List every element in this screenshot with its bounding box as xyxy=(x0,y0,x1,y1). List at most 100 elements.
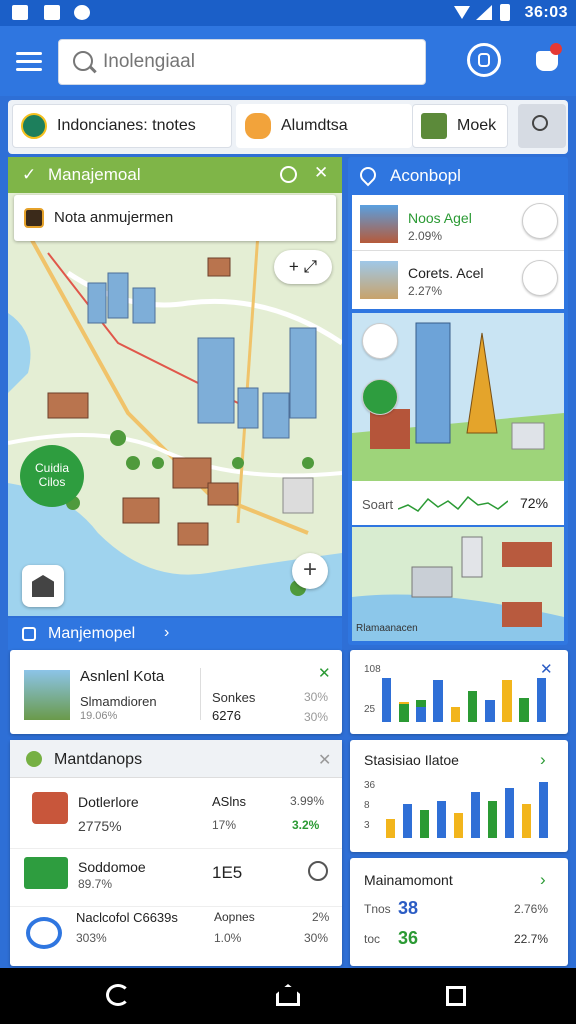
summary-row-label: toc xyxy=(364,932,381,946)
map-footer-title: Manjemopel xyxy=(48,625,136,642)
dot-icon xyxy=(26,751,42,767)
tab-alumdtsa[interactable]: Alumdtsa xyxy=(236,104,412,148)
zoom-controls[interactable]: + ⤢ xyxy=(274,250,332,284)
list-panel-header: Mantdanops ✕ xyxy=(10,740,342,778)
notifications-button[interactable] xyxy=(530,43,564,77)
map-marker-button[interactable] xyxy=(522,203,558,239)
row-col1b: 17% xyxy=(212,818,237,832)
bus-icon xyxy=(32,792,68,824)
chart-bar xyxy=(536,678,547,722)
kota-card[interactable]: Asnlenl Kota Slmamdioren 19.06% Sonkes 6… xyxy=(10,650,342,734)
mini-bar-chart xyxy=(378,678,550,722)
list-item[interactable]: Dotlerlore 2775% ASlns 17% 3.99% 3.2% xyxy=(10,780,342,846)
city-map[interactable]: Nota anmujermen + ⤢ Cuidia Cilos + xyxy=(8,193,342,616)
divider xyxy=(200,668,201,720)
chart-bar xyxy=(436,800,447,838)
kota-column-title: Sonkes xyxy=(212,690,256,705)
right-panel-title: Aconbopl xyxy=(390,166,461,185)
map-search-card[interactable]: Nota anmujermen xyxy=(14,195,336,241)
emblem-icon xyxy=(21,113,47,139)
stats-title: Stasisiao Ilatoe xyxy=(364,752,459,768)
mini-chart-card: 108 25 ✕ xyxy=(350,650,568,734)
search-input[interactable] xyxy=(103,48,403,76)
logo-icon xyxy=(26,917,62,949)
stat-row: Soart 72% xyxy=(352,481,564,525)
tab-notes[interactable]: Indoncianes: tnotes xyxy=(12,104,232,148)
row-col1: Aopnes xyxy=(214,910,255,924)
chart-bar xyxy=(538,782,549,838)
stats-card[interactable]: Stasisiao Ilatoe › 36 8 3 xyxy=(350,740,568,852)
chart-bar xyxy=(521,803,532,838)
kota-pct-2: 30% xyxy=(304,710,329,724)
map-icon[interactable] xyxy=(362,379,398,415)
list-item[interactable]: Naclcofol C6639s 303% Aopnes 1.0% 2% 30% xyxy=(10,906,342,964)
menu-icon[interactable] xyxy=(16,52,42,72)
chart-bar xyxy=(519,697,529,722)
chevron-right-icon: › xyxy=(164,624,170,641)
home-icon[interactable] xyxy=(276,984,300,1006)
chart-bar xyxy=(416,706,426,722)
stats-bar-chart xyxy=(382,776,552,838)
landscape-thumbnail xyxy=(360,261,398,299)
add-button[interactable]: + xyxy=(292,553,328,589)
layers-button[interactable] xyxy=(22,565,64,607)
item-title: Corets. Acel xyxy=(408,265,484,281)
map-search-label: Nota anmujermen xyxy=(54,209,174,226)
tab-moek[interactable]: Moek xyxy=(412,104,508,148)
list-item[interactable]: Corets. Acel 2.27% xyxy=(352,252,564,308)
summary-card[interactable]: Mainamomont › Tnos 38 2.76% toc 36 22.7% xyxy=(350,858,568,966)
filter-search-button[interactable] xyxy=(518,104,566,148)
search-bar[interactable] xyxy=(58,39,426,85)
row-sub: 2775% xyxy=(78,818,122,834)
map-panel-title: Manajemoal xyxy=(48,165,141,184)
district-badge[interactable]: Cuidia Cilos xyxy=(20,445,84,507)
camera-icon xyxy=(478,53,490,67)
stat-value: 72% xyxy=(520,495,549,511)
tick-label: 25 xyxy=(364,704,376,715)
list-item[interactable]: Soddomoe 89.7% 1E5 xyxy=(10,848,342,904)
signal-icon xyxy=(476,5,492,20)
camera-button[interactable] xyxy=(467,43,501,77)
chevron-right-icon[interactable]: › xyxy=(540,750,546,770)
back-icon[interactable] xyxy=(106,984,130,1006)
list-panel: Mantdanops ✕ Dotlerlore 2775% ASlns 17% … xyxy=(10,740,342,966)
sparkline xyxy=(398,495,508,512)
right-panel-header: Aconbopl xyxy=(348,157,568,193)
close-icon[interactable]: ✕ xyxy=(314,163,328,183)
chart-bar xyxy=(419,810,430,838)
map-panel-footer[interactable]: Manjemopel › xyxy=(8,618,342,650)
square-icon xyxy=(22,627,36,641)
search-icon xyxy=(532,115,548,131)
close-icon[interactable]: ✕ xyxy=(318,750,331,770)
chart-bar xyxy=(467,691,478,722)
building-icon xyxy=(421,113,447,139)
landmark-thumbnail xyxy=(360,205,398,243)
row-col1: 1E5 xyxy=(212,863,243,882)
close-icon[interactable]: ✕ xyxy=(318,664,331,682)
close-icon[interactable]: ✕ xyxy=(540,660,553,678)
kota-title: Asnlenl Kota xyxy=(80,668,165,685)
tick-label: 3 xyxy=(364,820,370,831)
chart-bar xyxy=(453,813,464,838)
recents-icon[interactable] xyxy=(446,986,466,1006)
kota-percent: 19.06% xyxy=(80,710,118,722)
chart-bar xyxy=(402,803,413,838)
chart-bar xyxy=(502,680,512,722)
chart-bar xyxy=(487,800,498,838)
heart-icon[interactable] xyxy=(308,861,328,881)
vase-icon[interactable] xyxy=(362,323,398,359)
chart-bar xyxy=(450,706,461,722)
chevron-right-icon[interactable]: › xyxy=(540,870,546,890)
map-marker-button[interactable] xyxy=(522,260,558,296)
row-col1: ASlns xyxy=(212,794,246,809)
right-list: Noos Agel 2.09% Corets. Acel 2.27% xyxy=(352,195,564,309)
kota-column-value: 6276 xyxy=(212,708,241,723)
row-sub: 303% xyxy=(76,931,107,945)
map-search-icon[interactable] xyxy=(280,166,297,183)
list-item[interactable]: Noos Agel 2.09% xyxy=(352,195,564,251)
summary-row-value: 36 xyxy=(398,928,419,948)
row-col1b: 1.0% xyxy=(214,931,242,945)
pin-icon xyxy=(356,163,380,187)
row-sub: 89.7% xyxy=(78,877,113,891)
summary-row-pct: 22.7% xyxy=(514,932,549,946)
